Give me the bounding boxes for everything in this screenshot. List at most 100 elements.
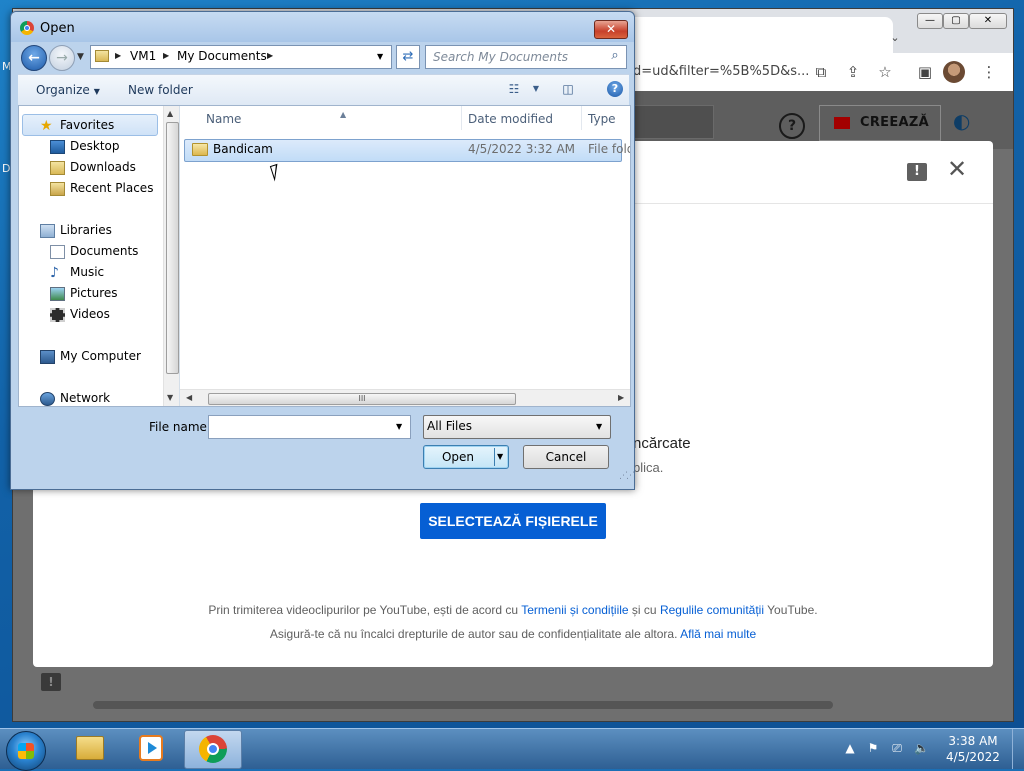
upload-subtitle: blica. (633, 460, 664, 475)
community-guidelines-link[interactable]: Regulile comunității (660, 603, 764, 617)
media-player-icon (139, 735, 163, 761)
taskbar-explorer-button[interactable] (60, 730, 116, 767)
sidebar-item-recent-places[interactable]: Recent Places (50, 181, 153, 199)
star-icon: ★ (40, 118, 53, 134)
close-icon[interactable]: ✕ (945, 157, 969, 181)
clock[interactable]: 3:38 AM 4/5/2022 (942, 733, 1004, 765)
sidebar-item-libraries[interactable]: Libraries (40, 223, 112, 241)
file-name-input[interactable]: ▼ (208, 415, 411, 439)
channel-avatar-icon[interactable]: ◐ (953, 109, 985, 137)
command-bar: Organize ▼ New folder ☷ ▼ ◫ ? (18, 74, 629, 106)
back-button[interactable]: ← (21, 45, 47, 71)
search-icon[interactable]: ⌕ (607, 48, 623, 64)
sidebar-item-downloads[interactable]: Downloads (50, 160, 136, 178)
file-type-value: All Files (427, 419, 473, 433)
feedback-icon[interactable]: ! (41, 673, 61, 691)
bookmark-star-icon[interactable]: ☆ (875, 63, 895, 81)
breadcrumb[interactable]: ▶ VM1 ▶ My Documents ▶ ▼ (90, 45, 392, 69)
create-button[interactable]: CREEAZĂ (819, 105, 941, 141)
sidebar-item-label: Favorites (60, 118, 115, 132)
sidebar-item-desktop[interactable]: Desktop (50, 139, 120, 157)
breadcrumb-item-my-documents[interactable]: My Documents (177, 49, 267, 63)
file-name-cell[interactable]: Bandicam (213, 142, 273, 156)
scrollbar-thumb[interactable] (166, 122, 179, 374)
close-button[interactable]: ✕ (969, 13, 1007, 29)
sidebar-item-my-computer[interactable]: My Computer (40, 349, 141, 367)
volume-icon[interactable]: 🔈 (914, 741, 929, 755)
select-files-button[interactable]: SELECTEAZĂ FIȘIERELE (420, 503, 606, 539)
organize-button[interactable]: Organize ▼ (36, 83, 100, 97)
cancel-button[interactable]: Cancel (523, 445, 609, 469)
address-bar[interactable]: d=ud&filter=%5B%5D&s... (633, 61, 813, 83)
minimize-button[interactable]: — (917, 13, 943, 29)
column-header-type[interactable]: Type (582, 106, 630, 130)
preview-pane-icon[interactable]: ◫ (560, 82, 576, 96)
chevron-down-icon[interactable]: ▼ (396, 422, 402, 431)
chevron-down-icon[interactable]: ▼ (377, 52, 383, 61)
file-date-cell: 4/5/2022 3:32 AM (468, 142, 576, 156)
vertical-scrollbar[interactable]: ▲ ▼ (163, 106, 179, 406)
new-folder-button[interactable]: New folder (128, 83, 193, 97)
scrollbar-thumb[interactable]: III (208, 393, 516, 405)
taskbar-chrome-button[interactable] (184, 730, 242, 769)
clock-date: 4/5/2022 (946, 750, 1000, 764)
column-header-name[interactable]: Name ▲ (200, 106, 462, 130)
recent-locations-dropdown-icon[interactable]: ▼ (77, 52, 84, 62)
learn-more-link[interactable]: Află mai multe (680, 627, 756, 641)
side-panel-icon[interactable]: ▣ (915, 63, 935, 81)
view-options-icon[interactable]: ☷ (506, 82, 522, 96)
sidebar-item-music[interactable]: ♪ Music (50, 265, 104, 283)
chrome-active-tab[interactable] (623, 17, 893, 53)
action-center-flag-icon[interactable]: ⚑ (866, 741, 880, 755)
desktop-icon (50, 140, 65, 154)
sidebar-item-documents[interactable]: Documents (50, 244, 138, 262)
navigation-bar: ← → ▼ ▶ VM1 ▶ My Documents ▶ ▼ ⇄ Search … (11, 42, 634, 74)
maximize-button[interactable]: ▢ (943, 13, 969, 29)
search-input[interactable]: Search My Documents ⌕ (425, 45, 627, 69)
forward-button[interactable]: → (49, 45, 75, 71)
start-button[interactable] (6, 731, 46, 771)
help-icon[interactable]: ? (779, 113, 805, 139)
search-box[interactable] (635, 105, 714, 139)
column-header-date-modified[interactable]: Date modified (462, 106, 582, 130)
sidebar-item-label: Videos (70, 307, 110, 321)
scroll-down-arrow-icon[interactable]: ▼ (167, 393, 173, 402)
chevron-right-icon[interactable]: ▶ (115, 51, 121, 60)
scroll-right-arrow-icon[interactable]: ▶ (618, 393, 624, 402)
scroll-left-arrow-icon[interactable]: ◀ (186, 393, 192, 402)
horizontal-scrollbar[interactable] (93, 701, 833, 709)
sidebar-item-favorites[interactable]: ★ Favorites (40, 118, 115, 136)
open-button-label: Open (441, 450, 475, 464)
sidebar-item-label: Pictures (70, 286, 118, 300)
sidebar-item-videos[interactable]: Videos (50, 307, 110, 325)
sidebar-item-pictures[interactable]: Pictures (50, 286, 118, 304)
avatar[interactable] (943, 61, 965, 83)
feedback-icon[interactable]: ! (907, 163, 927, 181)
show-desktop-button[interactable] (1012, 729, 1024, 769)
sidebar-item-label: Desktop (70, 139, 120, 153)
dialog-titlebar[interactable]: Open ✕ (11, 12, 634, 42)
resize-grip-icon[interactable]: ⋰⋰ (619, 471, 635, 481)
terms-link[interactable]: Termenii și condițiile (521, 603, 628, 617)
chevron-down-icon[interactable]: ▼ (497, 446, 503, 468)
open-button[interactable]: Open ▼ (423, 445, 509, 469)
taskbar-media-player-button[interactable] (122, 730, 178, 767)
breadcrumb-item-vm1[interactable]: VM1 (130, 49, 156, 63)
help-icon[interactable]: ? (607, 81, 623, 97)
share-icon[interactable]: ⇪ (843, 63, 863, 81)
chevron-right-icon[interactable]: ▶ (267, 51, 273, 60)
chevron-right-icon[interactable]: ▶ (163, 51, 169, 60)
show-hidden-icons-icon[interactable]: ▲ (843, 741, 857, 755)
scroll-up-arrow-icon[interactable]: ▲ (167, 109, 173, 118)
tab-search-chevron-icon[interactable]: ⌄ (885, 29, 905, 47)
file-type-select[interactable]: All Files ▼ (423, 415, 611, 439)
upload-title: ncărcate (633, 435, 691, 452)
sidebar-item-network[interactable]: Network (40, 391, 110, 406)
chevron-down-icon[interactable]: ▼ (528, 84, 544, 98)
close-button[interactable]: ✕ (594, 20, 628, 39)
network-icon[interactable]: ⎚ (890, 741, 904, 755)
refresh-button[interactable]: ⇄ (396, 45, 420, 69)
kebab-menu-icon[interactable]: ⋮ (979, 63, 999, 81)
horizontal-scrollbar[interactable]: ◀ III ▶ (180, 389, 630, 406)
translate-icon[interactable]: ⧉ (811, 63, 831, 81)
